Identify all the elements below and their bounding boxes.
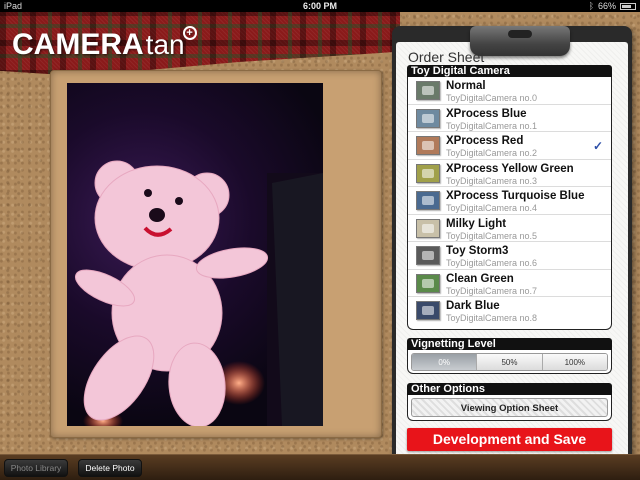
filter-thumbnail-icon (416, 108, 440, 128)
filter-name: XProcess Blue (446, 107, 527, 120)
logo-plus-icon: + (182, 26, 197, 40)
filter-thumbnail-icon (416, 218, 440, 238)
filter-name: Normal (446, 80, 486, 92)
filter-thumbnail-icon (416, 163, 440, 183)
status-right: ᛒ 66% (589, 0, 636, 12)
filter-thumbnail-icon (416, 273, 440, 293)
clipboard-clip (470, 26, 570, 56)
checkmark-icon: ✓ (592, 139, 603, 153)
delete-photo-button[interactable]: Delete Photo (78, 459, 142, 477)
filter-name: XProcess Turquoise Blue (446, 190, 585, 202)
filter-thumbnail-icon (416, 136, 440, 155)
filter-item[interactable]: XProcess Red ToyDigitalCamera no.2 ✓ (408, 132, 611, 160)
filter-thumbnail-icon (416, 81, 440, 100)
filter-subtitle: ToyDigitalCamera no.5 (446, 230, 538, 241)
filter-subtitle: ToyDigitalCamera no.6 (446, 258, 538, 268)
filter-name: Toy Storm3 (446, 245, 509, 257)
filter-item[interactable]: XProcess Turquoise Blue ToyDigitalCamera … (408, 187, 611, 215)
filter-item[interactable]: Normal ToyDigitalCamera no.0 (408, 77, 611, 105)
viewing-option-sheet-button[interactable]: Viewing Option Sheet (411, 398, 608, 417)
filter-list: Normal ToyDigitalCamera no.0 XProcess Blue… (407, 77, 612, 330)
camera-section-header: Toy Digital Camera (407, 65, 612, 77)
vignetting-option[interactable]: 100% (542, 354, 607, 370)
filter-item[interactable]: Dark Blue ToyDigitalCamera no.8 (408, 297, 611, 325)
logo-tan: tan (145, 29, 185, 60)
filter-subtitle: ToyDigitalCamera no.1 (446, 120, 538, 131)
filter-name: XProcess Yellow Green (446, 162, 574, 175)
other-options-header: Other Options (407, 383, 612, 395)
teddy-bear-photo (74, 160, 323, 426)
filter-name: XProcess Red (446, 135, 524, 147)
logo-camera: CAMERA (12, 28, 144, 61)
bluetooth-icon: ᛒ (588, 1, 594, 11)
app-logo: CAMERA tan + (12, 26, 197, 68)
filter-item[interactable]: Clean Green ToyDigitalCamera no.7 (408, 270, 611, 297)
bottom-toolbar: Photo Library Delete Photo (0, 454, 640, 480)
photo-library-button[interactable]: Photo Library (4, 459, 68, 477)
filter-item[interactable]: XProcess Blue ToyDigitalCamera no.1 (408, 105, 611, 132)
status-bar: iPad 6:00 PM ᛒ 66% (0, 0, 640, 12)
filter-name: Milky Light (446, 217, 507, 230)
filter-thumbnail-icon (416, 191, 440, 210)
filter-subtitle: ToyDigitalCamera no.3 (446, 175, 538, 186)
vignetting-option[interactable]: 50% (477, 354, 543, 370)
status-time: 6:00 PM (302, 1, 337, 11)
development-and-save-button[interactable]: Development and Save (407, 428, 612, 451)
filter-item[interactable]: XProcess Yellow Green ToyDigitalCamera no… (408, 160, 611, 187)
battery-icon (620, 2, 636, 10)
filter-subtitle: ToyDigitalCamera no.8 (446, 313, 538, 323)
order-sheet-title: Order Sheet (408, 49, 485, 65)
filter-subtitle: ToyDigitalCamera no.7 (446, 285, 538, 296)
photo-preview[interactable] (67, 83, 323, 426)
vignetting-options: 0% 50% 100% (411, 353, 608, 371)
filter-item[interactable]: Toy Storm3 ToyDigitalCamera no.6 (408, 242, 611, 270)
filter-name: Clean Green (446, 272, 514, 285)
filter-subtitle: ToyDigitalCamera no.4 (446, 203, 538, 213)
vignetting-segmented-control: 0% 50% 100% (407, 350, 612, 374)
vignetting-section-header: Vignetting Level (407, 338, 612, 350)
filter-item[interactable]: Milky Light ToyDigitalCamera no.5 (408, 215, 611, 242)
filter-subtitle: ToyDigitalCamera no.2 (446, 148, 538, 158)
battery-percent: 66% (597, 1, 616, 11)
filter-name: Dark Blue (446, 300, 500, 312)
other-options-box: Viewing Option Sheet (407, 395, 612, 421)
filter-subtitle: ToyDigitalCamera no.0 (446, 93, 538, 103)
filter-thumbnail-icon (416, 246, 440, 265)
filter-thumbnail-icon (416, 301, 440, 320)
vignetting-option[interactable]: 0% (412, 354, 478, 370)
